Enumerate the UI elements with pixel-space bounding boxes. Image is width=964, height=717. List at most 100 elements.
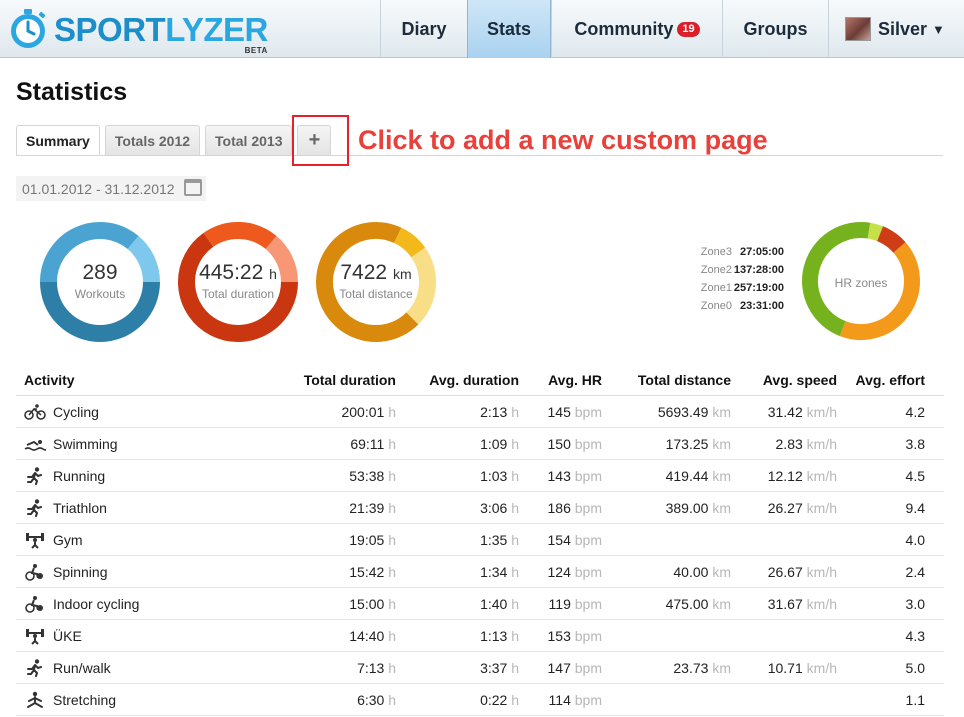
zone-row: Zone3 27:05:00	[686, 246, 784, 264]
user-menu[interactable]: Silver ▼	[828, 0, 964, 58]
total-distance-cell: 23.73 km	[673, 659, 731, 676]
workouts-label: Workouts	[74, 287, 126, 301]
avg-effort-cell: 5.0	[905, 659, 925, 676]
avg-hr-cell: 186 bpm	[547, 499, 602, 516]
activity-cell: Indoor cycling	[16, 595, 256, 613]
activity-name: Swimming	[53, 435, 118, 452]
avg-speed-cell-unit: km/h	[802, 595, 837, 612]
table-row[interactable]: Gym 19:05 h 1:35 h 154 bpm 4.0	[16, 524, 944, 556]
main-nav: Diary Stats Community 19 Groups Silver ▼	[380, 0, 964, 58]
avg-hr-cell-unit: bpm	[570, 691, 602, 708]
avg-duration-cell-unit: h	[507, 627, 519, 644]
header-avg-duration[interactable]: Avg. duration	[396, 372, 519, 388]
top-navigation-bar: SPORTLYZER BETA Diary Stats Community 19…	[0, 0, 964, 58]
avg-hr-cell: 114 bpm	[548, 691, 602, 708]
logo-text-sport: SPORT	[54, 10, 166, 48]
table-body: Cycling 200:01 h 2:13 h 145 bpm 5693.49 km 31…	[16, 396, 944, 716]
activity-name: ÜKE	[53, 627, 82, 644]
nav-groups[interactable]: Groups	[722, 0, 828, 58]
table-row[interactable]: Running 53:38 h 1:03 h 143 bpm 419.44 km 12.1…	[16, 460, 944, 492]
page-title: Statistics	[16, 78, 128, 106]
notification-badge: 19	[677, 21, 700, 37]
total-duration-cell: 53:38 h	[349, 467, 396, 484]
activity-name: Spinning	[53, 563, 108, 580]
avg-hr-cell: 119 bpm	[548, 595, 602, 612]
total-distance-cell-unit: km	[708, 659, 731, 676]
table-row[interactable]: ÜKE 14:40 h 1:13 h 153 bpm 4.3	[16, 620, 944, 652]
header-total-duration[interactable]: Total duration	[256, 372, 396, 388]
header-avg-hr[interactable]: Avg. HR	[519, 372, 602, 388]
avg-hr-cell: 153 bpm	[547, 627, 602, 644]
caret-down-icon: ▼	[932, 21, 945, 37]
activity-cell: Stretching	[16, 691, 256, 709]
avg-effort-cell: 9.4	[905, 499, 925, 516]
running-icon	[24, 498, 46, 517]
avg-duration-cell-unit: h	[507, 691, 519, 708]
nav-diary[interactable]: Diary	[380, 0, 467, 58]
header-activity[interactable]: Activity	[16, 372, 256, 388]
zone-row: Zone0 23:31:00	[686, 300, 784, 318]
header-avg-speed[interactable]: Avg. speed	[731, 372, 837, 388]
sportlyzer-logo[interactable]: SPORTLYZER BETA	[6, 6, 268, 54]
avg-effort-cell: 4.2	[905, 403, 925, 420]
activity-name: Triathlon	[53, 499, 107, 516]
table-row[interactable]: Indoor cycling 15:00 h 1:40 h 119 bpm 475.00…	[16, 588, 944, 620]
avg-effort-cell: 2.4	[905, 563, 925, 580]
tab-totals-2012[interactable]: Totals 2012	[104, 125, 201, 155]
duration-label: Total duration	[201, 287, 275, 301]
avg-speed-cell: 2.83 km/h	[775, 435, 837, 452]
user-name: Silver	[878, 18, 928, 39]
avg-duration-cell: 1:35 h	[480, 531, 519, 548]
nav-community[interactable]: Community 19	[551, 0, 722, 58]
zone-name: Zone2	[700, 264, 732, 276]
avg-speed-cell-unit: km/h	[802, 563, 837, 580]
avg-duration-cell-unit: h	[507, 499, 519, 516]
avg-effort-cell: 4.0	[905, 531, 925, 548]
avg-speed-cell-unit: km/h	[802, 467, 837, 484]
avg-effort-cell: 3.0	[905, 595, 925, 612]
avg-duration-cell: 1:13 h	[480, 627, 519, 644]
table-row[interactable]: Swimming 69:11 h 1:09 h 150 bpm 173.25 km 2.8…	[16, 428, 944, 460]
avg-duration-cell: 1:03 h	[480, 467, 519, 484]
avg-hr-cell-unit: bpm	[570, 435, 602, 452]
activity-cell: Gym	[16, 531, 256, 549]
zone-row: Zone2 137:28:00	[686, 264, 784, 282]
zone-name: Zone3	[700, 246, 732, 258]
workouts-donut: 289 Workouts	[39, 221, 161, 343]
total-duration-cell: 19:05 h	[349, 531, 396, 548]
avg-duration-cell-unit: h	[507, 403, 519, 420]
activity-cell: Spinning	[16, 563, 256, 581]
table-row[interactable]: Triathlon 21:39 h 3:06 h 186 bpm 389.00 km 26…	[16, 492, 944, 524]
total-duration-cell: 15:42 h	[349, 563, 396, 580]
total-distance-cell-unit: km	[708, 467, 731, 484]
duration-unit: h	[269, 266, 277, 282]
duration-segment	[203, 222, 277, 250]
swimming-icon	[24, 435, 46, 453]
table-row[interactable]: Stretching 6:30 h 0:22 h 114 bpm 1.1	[16, 684, 944, 716]
total-duration-cell-unit: h	[384, 563, 396, 580]
tab-total-2013[interactable]: Total 2013	[205, 125, 293, 155]
avg-speed-cell: 12.12 km/h	[767, 467, 837, 484]
table-row[interactable]: Spinning 15:42 h 1:34 h 124 bpm 40.00 km 26.6…	[16, 556, 944, 588]
duration-donut: 445:22 h Total duration	[177, 221, 299, 343]
logo-text-lyzer: LYZER	[165, 10, 268, 48]
table-row[interactable]: Run/walk 7:13 h 3:37 h 147 bpm 23.73 km 10.71…	[16, 652, 944, 684]
distance-segment	[393, 227, 426, 258]
avg-hr-cell-unit: bpm	[570, 563, 602, 580]
nav-stats[interactable]: Stats	[467, 0, 551, 58]
avg-duration-cell: 3:37 h	[480, 659, 519, 676]
total-duration-cell: 69:11 h	[350, 435, 396, 452]
avg-speed-cell-unit: km/h	[802, 659, 837, 676]
date-range-picker[interactable]: 01.01.2012 - 31.12.2012	[16, 176, 206, 201]
avatar	[845, 17, 871, 41]
tab-summary[interactable]: Summary	[16, 125, 100, 156]
header-avg-effort[interactable]: Avg. effort	[837, 372, 927, 388]
avg-effort-cell: 4.3	[905, 627, 925, 644]
zone-value: 27:05:00	[739, 246, 784, 258]
calendar-icon[interactable]	[184, 179, 202, 196]
header-total-distance[interactable]: Total distance	[602, 372, 731, 388]
total-duration-cell-unit: h	[384, 531, 396, 548]
distance-value: 7422	[340, 261, 388, 284]
table-row[interactable]: Cycling 200:01 h 2:13 h 145 bpm 5693.49 km 31…	[16, 396, 944, 428]
avg-speed-cell-unit: km/h	[802, 403, 837, 420]
